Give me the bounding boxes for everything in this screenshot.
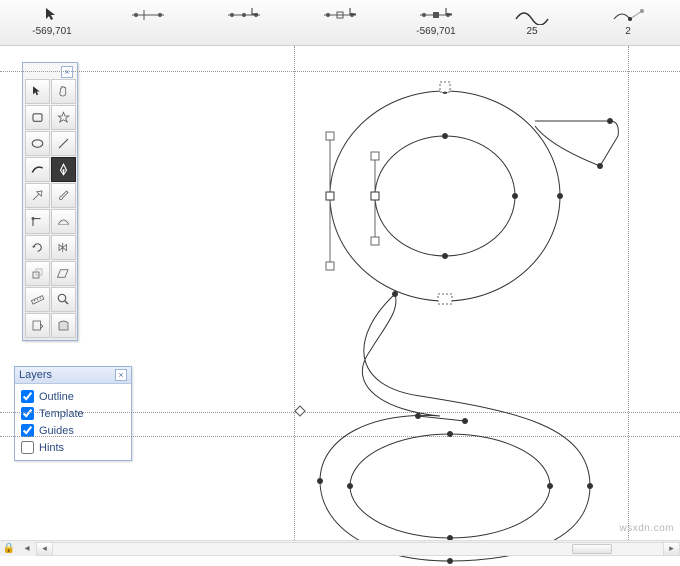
insert-point-option[interactable] <box>216 4 272 41</box>
scroll-thumb[interactable] <box>572 544 612 554</box>
cursor-position-value: -569,701 <box>24 26 80 37</box>
scroll-left-arrow-icon[interactable]: ◂ <box>37 543 53 555</box>
glyph-canvas[interactable] <box>0 46 680 540</box>
glyph-outline[interactable] <box>290 66 650 566</box>
handles-count-value: 2 <box>600 26 656 37</box>
scroll-track[interactable] <box>53 543 663 555</box>
node-position-value: -569,701 <box>408 26 464 37</box>
status-bar: 🔒 ◂ ◂ ▸ <box>0 540 680 556</box>
curve-tension-readout: 25 <box>504 4 560 41</box>
horizontal-scrollbar[interactable]: ◂ ▸ <box>36 542 680 556</box>
insert-node-icon <box>216 4 272 26</box>
curve-tension-value: 25 <box>504 26 560 37</box>
add-start-point-option[interactable] <box>120 4 176 41</box>
curve-handles-icon <box>600 4 656 26</box>
convert-node-icon <box>312 4 368 26</box>
node-pos-icon <box>408 4 464 26</box>
top-options-bar: -569,701 -569,701 25 2 <box>0 0 680 46</box>
node-position-readout: -569,701 <box>408 4 464 41</box>
convert-point-option[interactable] <box>312 4 368 41</box>
handles-count-readout: 2 <box>600 4 656 41</box>
scroll-right-arrow-icon[interactable]: ▸ <box>663 543 679 555</box>
split-left-icon[interactable]: ◂ <box>18 543 36 554</box>
cursor-position-readout: -569,701 <box>24 4 80 41</box>
add-node-icon <box>120 4 176 26</box>
curve-tension-icon <box>504 4 560 26</box>
watermark-text: wsxdn.com <box>619 523 674 534</box>
lock-icon[interactable]: 🔒 <box>0 543 18 554</box>
pointer-icon <box>24 4 80 26</box>
